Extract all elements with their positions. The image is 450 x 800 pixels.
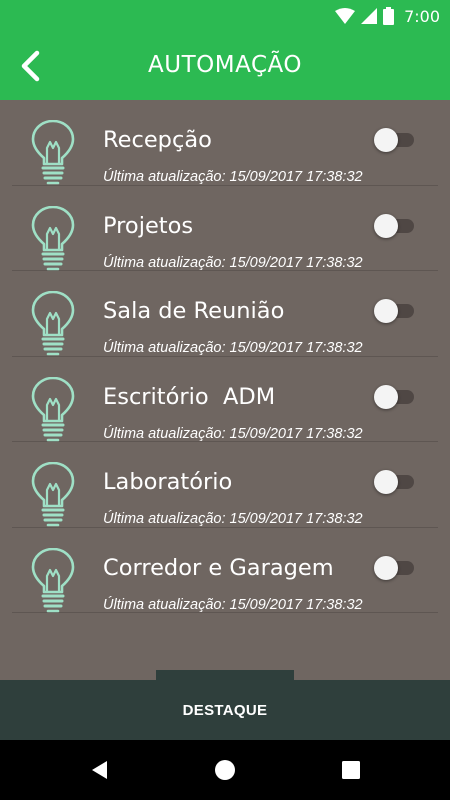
light-bulb-icon [31,376,75,441]
app-bar: AUTOMAÇÃO [0,32,450,100]
item-title: Projetos [103,212,194,239]
item-title: Recepção [103,127,212,153]
tab-destaque[interactable]: DESTAQUE [183,702,268,719]
light-bulb-icon [31,205,75,270]
list-item[interactable]: Escritório ADM Última atualização: 15/09… [12,357,438,442]
item-last-update: Última atualização: 15/09/2017 17:38:32 [103,596,363,613]
light-toggle[interactable] [374,213,414,238]
item-title: Laboratório [103,469,233,495]
light-bulb-icon [31,291,75,356]
back-triangle-icon[interactable] [88,758,112,782]
home-circle-icon[interactable] [213,758,237,782]
item-last-update: Última atualização: 15/09/2017 17:38:32 [103,254,363,271]
light-toggle[interactable] [374,298,414,323]
toggle-thumb [374,128,398,152]
list-item[interactable]: Sala de Reunião Última atualização: 15/0… [12,271,438,357]
item-title: Corredor e Garagem [103,554,334,581]
list-item[interactable]: Laboratório Última atualização: 15/09/20… [12,442,438,528]
item-last-update: Última atualização: 15/09/2017 17:38:32 [103,511,363,527]
automation-list: Recepção Última atualização: 15/09/2017 … [0,100,450,613]
toggle-thumb [374,299,398,323]
light-bulb-icon [31,462,75,527]
item-last-update: Última atualização: 15/09/2017 17:38:32 [103,169,363,185]
toggle-thumb [374,470,398,494]
light-toggle[interactable] [374,384,414,409]
light-bulb-icon [31,547,75,612]
page-title: AUTOMAÇÃO [148,52,302,78]
item-title: Escritório ADM [103,383,276,410]
item-last-update: Última atualização: 15/09/2017 17:38:32 [103,425,363,442]
toggle-thumb [374,384,398,409]
light-toggle[interactable] [374,555,414,580]
bottom-bar: DESTAQUE [0,680,450,740]
status-icons: 7:00 [335,5,440,27]
list-item[interactable]: Corredor e Garagem Última atualização: 1… [12,528,438,613]
toggle-thumb [374,555,398,580]
toggle-thumb [374,213,398,238]
status-time: 7:00 [404,6,440,26]
battery-icon [383,7,395,25]
light-toggle[interactable] [374,469,414,494]
tab-indicator [156,670,294,680]
list-item[interactable]: Projetos Última atualização: 15/09/2017 … [12,186,438,271]
wifi-icon [335,8,356,24]
item-title: Sala de Reunião [103,298,285,324]
light-bulb-icon [31,120,75,185]
navigation-bar [0,740,450,800]
light-toggle[interactable] [374,127,414,152]
item-last-update: Última atualização: 15/09/2017 17:38:32 [103,340,363,356]
recents-square-icon[interactable] [339,758,363,782]
signal-icon [361,8,378,24]
status-bar: 7:00 [0,0,450,32]
list-item[interactable]: Recepção Última atualização: 15/09/2017 … [12,100,438,186]
